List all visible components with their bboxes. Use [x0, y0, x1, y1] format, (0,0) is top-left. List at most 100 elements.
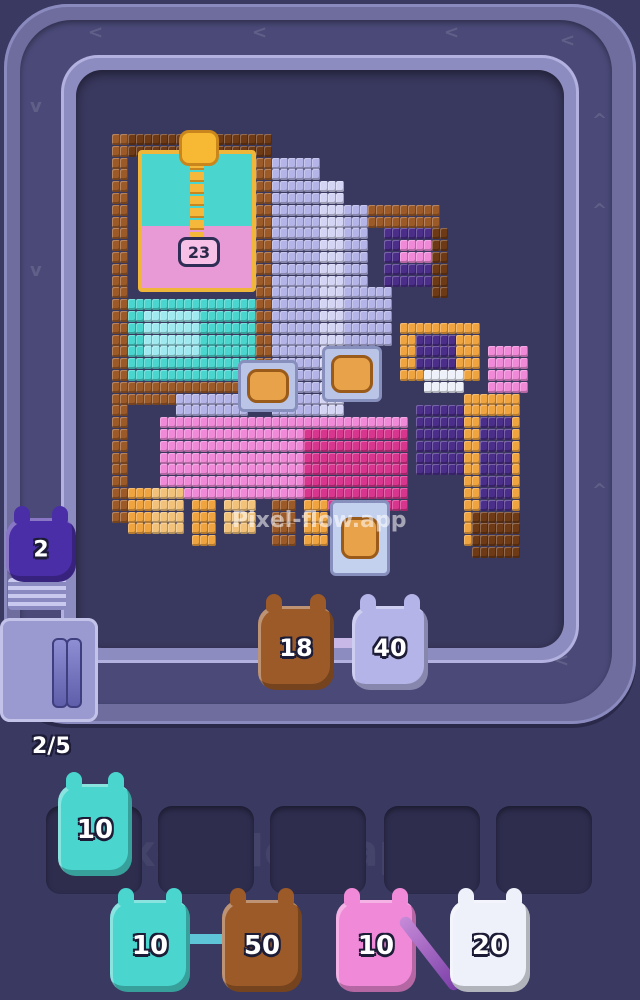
pixel-block	[120, 275, 128, 287]
pixel-block	[152, 393, 160, 405]
pixel-block	[224, 311, 232, 322]
pixel-block	[456, 334, 464, 346]
pixel-block	[160, 334, 168, 346]
pixel-block	[200, 452, 208, 464]
pixel-block	[184, 464, 192, 476]
pixel-block	[224, 346, 232, 358]
shooter-pig[interactable]: 18	[258, 594, 334, 690]
pixel-block	[504, 452, 512, 464]
pixel-block	[160, 499, 168, 511]
pixel-block	[312, 169, 320, 181]
pixel-block	[200, 358, 208, 370]
slot-pig[interactable]: 10	[58, 772, 132, 876]
pixel-block	[464, 417, 472, 429]
pixel-block	[160, 476, 168, 488]
pixel-block	[232, 429, 240, 440]
arrow-icon: v	[30, 260, 42, 281]
pixel-block	[512, 417, 520, 429]
pixel-block	[376, 417, 384, 429]
pixel-block	[168, 499, 176, 511]
pixel-block	[240, 417, 248, 429]
pixel-block	[112, 240, 120, 252]
pixel-block	[384, 216, 392, 228]
pixel-block	[120, 193, 128, 204]
pixel-block	[392, 429, 400, 440]
pixel-block	[112, 358, 120, 370]
pixel-block	[200, 535, 208, 547]
pixel-block	[112, 440, 120, 452]
pixel-block	[208, 440, 216, 452]
pixel-block	[152, 322, 160, 334]
pixel-block	[272, 311, 280, 322]
deck-pig[interactable]: 10	[110, 888, 190, 992]
pixel-block	[120, 134, 128, 145]
pixel-block	[272, 499, 280, 511]
pixel-block	[496, 535, 504, 547]
pixel-block	[256, 417, 264, 429]
pixel-block	[472, 405, 480, 417]
pixel-block	[248, 511, 256, 523]
pixel-block	[424, 370, 432, 381]
pixel-block	[256, 204, 264, 216]
shooter-pig[interactable]: 40	[352, 594, 428, 690]
holding-slot-4[interactable]	[384, 806, 480, 894]
pixel-block	[144, 134, 152, 145]
pixel-block	[280, 275, 288, 287]
pixel-block	[256, 240, 264, 252]
pixel-block	[328, 464, 336, 476]
pixel-block	[480, 440, 488, 452]
pixel-block	[272, 417, 280, 429]
pixel-block	[440, 263, 448, 275]
pixel-block	[144, 393, 152, 405]
pixel-block	[200, 499, 208, 511]
pixel-block	[520, 358, 528, 370]
pixel-block	[432, 204, 440, 216]
pixel-block	[120, 216, 128, 228]
pixel-block	[264, 311, 272, 322]
pixel-block	[312, 252, 320, 263]
pixel-block	[424, 275, 432, 287]
pixel-block	[504, 440, 512, 452]
pixel-block	[216, 381, 224, 393]
pixel-block	[408, 252, 416, 263]
pixel-block	[160, 429, 168, 440]
pixel-block	[304, 523, 312, 535]
pixel-block	[168, 511, 176, 523]
pixel-block	[296, 181, 304, 193]
pixel-block	[136, 346, 144, 358]
pixel-block	[160, 511, 168, 523]
pixel-block	[304, 393, 312, 405]
pixel-block	[384, 476, 392, 488]
deck-pig[interactable]: 10	[336, 888, 416, 992]
pig-value: 10	[76, 815, 114, 845]
pixel-block	[352, 476, 360, 488]
pixel-block	[280, 488, 288, 499]
pixel-block	[472, 393, 480, 405]
holding-slot-5[interactable]	[496, 806, 592, 894]
pixel-block	[272, 228, 280, 240]
pixel-block	[480, 393, 488, 405]
pixel-block	[256, 334, 264, 346]
pixel-block	[192, 405, 200, 417]
pixel-block	[432, 216, 440, 228]
pixel-block	[408, 346, 416, 358]
pixel-block	[392, 252, 400, 263]
pixel-block	[224, 511, 232, 523]
pixel-block	[200, 429, 208, 440]
pixel-block	[304, 488, 312, 499]
pixel-block	[400, 358, 408, 370]
pixel-block	[160, 440, 168, 452]
deck-pig[interactable]: 20	[450, 888, 530, 992]
holding-slot-2[interactable]	[158, 806, 254, 894]
holding-slot-3[interactable]	[270, 806, 366, 894]
pixel-block	[224, 417, 232, 429]
pixel-block	[264, 287, 272, 299]
pixel-block	[424, 228, 432, 240]
pixel-block	[480, 547, 488, 558]
deck-pig[interactable]: 50	[222, 888, 302, 992]
pixel-block	[240, 476, 248, 488]
pixel-block	[312, 263, 320, 275]
pixel-block	[272, 488, 280, 499]
waiting-pig[interactable]: 2	[6, 506, 76, 582]
pixel-block	[512, 393, 520, 405]
